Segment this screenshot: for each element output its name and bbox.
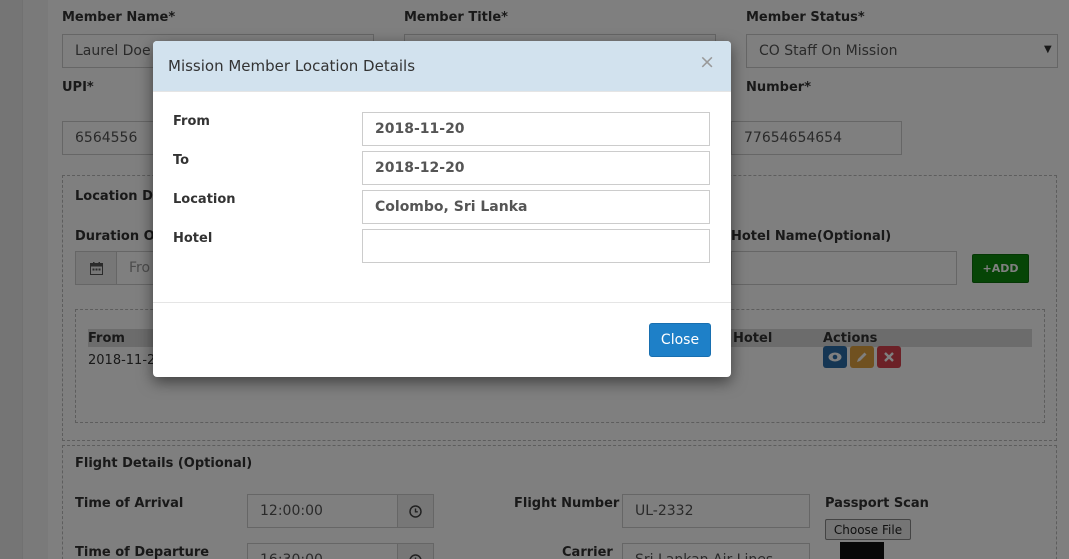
modal-title: Mission Member Location Details (168, 57, 416, 75)
from-field[interactable]: 2018-11-20 (362, 112, 710, 146)
hotel-label: Hotel (173, 231, 213, 246)
modal-header: Mission Member Location Details × (153, 41, 731, 92)
to-field[interactable]: 2018-12-20 (362, 151, 710, 185)
from-label: From (173, 114, 210, 129)
close-icon[interactable]: × (699, 53, 715, 72)
location-details-modal: Mission Member Location Details × From 2… (153, 41, 731, 377)
modal-footer: Close (153, 302, 731, 377)
location-label: Location (173, 192, 236, 207)
to-label: To (173, 153, 190, 168)
location-field[interactable]: Colombo, Sri Lanka (362, 190, 710, 224)
hotel-field[interactable] (362, 229, 710, 263)
close-button[interactable]: Close (649, 323, 711, 357)
